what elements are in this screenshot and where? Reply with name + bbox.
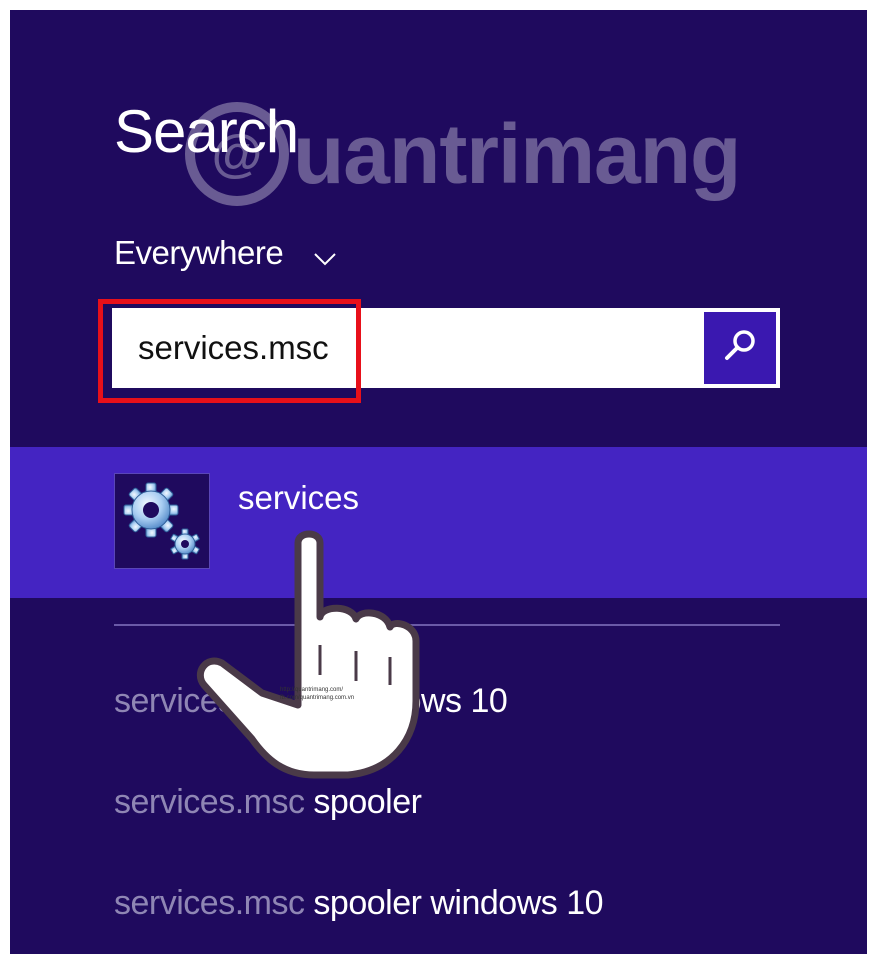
- suggestion-query-part: services.: [114, 682, 244, 720]
- suggestion-rest: spooler: [304, 783, 422, 821]
- suggestion-rest: spooler windows 10: [304, 884, 604, 922]
- search-box: [112, 308, 780, 388]
- result-item-services[interactable]: services: [10, 447, 867, 598]
- search-input[interactable]: [112, 308, 702, 388]
- gear-icon: [115, 482, 209, 572]
- suggestion-query-part: services.msc: [114, 884, 305, 922]
- search-scope-dropdown[interactable]: Everywhere: [114, 232, 337, 274]
- suggestion-rest: ows 10: [402, 682, 508, 720]
- chevron-down-icon: [313, 236, 337, 274]
- suggestion-item[interactable]: services. ows 10: [114, 682, 508, 721]
- watermark-text: uantrimang: [293, 107, 741, 201]
- panel-title: Search: [114, 98, 299, 165]
- result-label: services: [238, 479, 360, 516]
- results-divider: [114, 624, 780, 626]
- suggestion-query-part: services.msc: [114, 783, 305, 821]
- suggestion-item[interactable]: services.msc spooler windows 10: [114, 884, 604, 923]
- search-icon: [721, 327, 759, 370]
- search-button[interactable]: [704, 312, 776, 384]
- search-charm-panel: @ uantrimang Search Everywhere services.…: [10, 10, 867, 954]
- services-app-tile: [114, 473, 210, 569]
- search-scope-label: Everywhere: [114, 234, 284, 271]
- suggestion-item[interactable]: services.msc spooler: [114, 783, 422, 822]
